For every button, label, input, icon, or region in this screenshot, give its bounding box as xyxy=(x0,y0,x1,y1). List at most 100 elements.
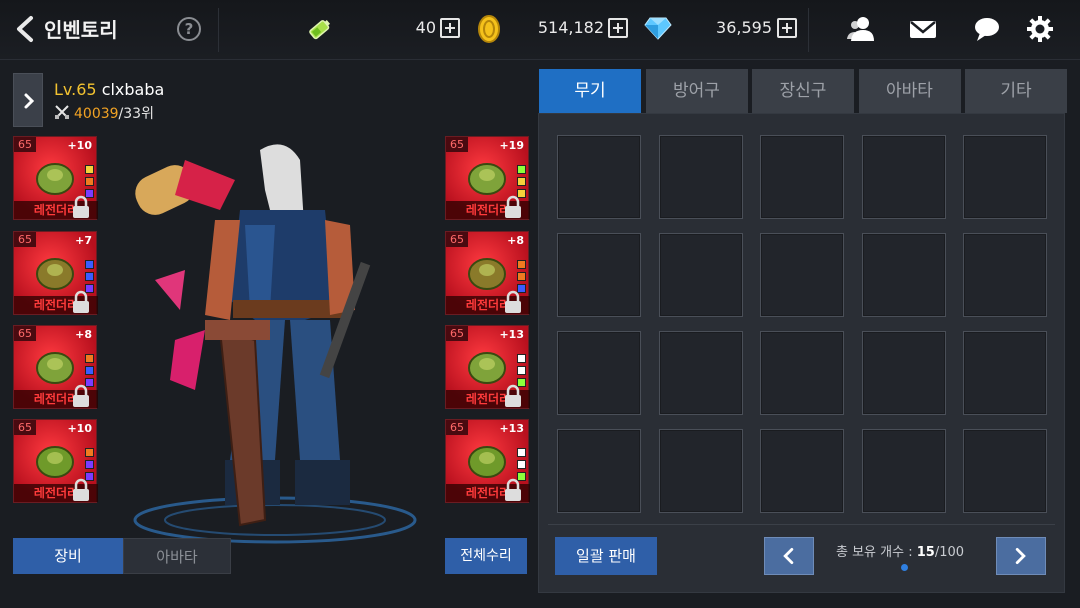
next-page-button[interactable] xyxy=(996,537,1046,575)
inventory-tab-3[interactable]: 장신구 xyxy=(752,69,854,113)
gear-icon[interactable] xyxy=(1025,14,1055,44)
enhance-level: +19 xyxy=(499,139,524,152)
add-stamina-button[interactable] xyxy=(440,18,460,38)
bulk-sell-button[interactable]: 일괄 판매 xyxy=(555,537,657,575)
lock-icon[interactable] xyxy=(504,478,522,502)
add-gem-button[interactable] xyxy=(777,18,797,38)
inventory-tab-2[interactable]: 방어구 xyxy=(645,69,748,113)
inventory-slot[interactable] xyxy=(861,331,946,415)
socket-gem xyxy=(517,260,526,269)
inventory-count: 총 보유 개수 : 15/100 xyxy=(836,541,964,560)
inventory-slot[interactable] xyxy=(963,233,1047,317)
chevron-right-icon xyxy=(1015,547,1026,565)
enhance-level: +10 xyxy=(67,422,92,435)
inventory-tab-5[interactable]: 기타 xyxy=(965,69,1067,113)
equipment-slot-left-1[interactable]: 65 +10 레전더리 xyxy=(13,136,98,220)
equipment-level: 65 xyxy=(14,137,36,152)
lock-icon[interactable] xyxy=(504,195,522,219)
tab-avatar[interactable]: 아바타 xyxy=(123,538,231,574)
inventory-slot[interactable] xyxy=(760,135,844,219)
top-bar: 인벤토리 ? 40 514,182 36,595 xyxy=(0,0,1080,60)
inventory-tab-4[interactable]: 아바타 xyxy=(858,69,961,113)
prev-page-button[interactable] xyxy=(764,537,814,575)
inventory-slot[interactable] xyxy=(963,331,1047,415)
inventory-slot[interactable] xyxy=(963,429,1047,513)
equipment-level: 65 xyxy=(446,232,468,247)
page-indicator-dot xyxy=(901,564,908,571)
socket-gem xyxy=(85,177,94,186)
socket-gem xyxy=(517,354,526,363)
socket-gem xyxy=(85,260,94,269)
inventory-slot[interactable] xyxy=(861,429,946,513)
inventory-slot[interactable] xyxy=(557,233,641,317)
lock-icon[interactable] xyxy=(504,384,522,408)
lock-icon[interactable] xyxy=(72,195,90,219)
gem-value: 36,595 xyxy=(716,18,772,37)
stamina-battery-icon xyxy=(309,20,331,40)
inventory-slot[interactable] xyxy=(861,135,946,219)
inventory-slot[interactable] xyxy=(557,331,641,415)
back-arrow-icon[interactable] xyxy=(14,14,36,44)
enhance-level: +8 xyxy=(507,234,524,247)
socket-gem xyxy=(85,448,94,457)
inventory-slot[interactable] xyxy=(760,429,844,513)
combat-power-value: 40039 xyxy=(74,106,119,122)
diamond-gem-icon xyxy=(644,17,672,40)
lock-icon[interactable] xyxy=(72,290,90,314)
equipment-slot-left-3[interactable]: 65 +8 레전더리 xyxy=(13,325,98,409)
inventory-slot[interactable] xyxy=(658,331,743,415)
lock-icon[interactable] xyxy=(504,290,522,314)
enhance-level: +7 xyxy=(75,234,92,247)
equipment-slot-right-3[interactable]: 65 +13 레전더리 xyxy=(445,325,530,409)
inventory-slot[interactable] xyxy=(557,135,641,219)
socket-gem xyxy=(517,448,526,457)
character-level: Lv.65 xyxy=(54,80,97,99)
inventory-slot[interactable] xyxy=(760,331,844,415)
chat-bubble-icon[interactable] xyxy=(972,14,1002,44)
inventory-slot[interactable] xyxy=(557,429,641,513)
inventory-slot[interactable] xyxy=(963,135,1047,219)
inventory-count-label: 총 보유 개수 : xyxy=(836,545,917,560)
equipment-level: 65 xyxy=(14,232,36,247)
repair-all-button[interactable]: 전체수리 xyxy=(445,538,527,574)
character-name: clxbaba xyxy=(101,80,165,99)
friends-icon[interactable] xyxy=(846,14,876,44)
equipment-level: 65 xyxy=(446,326,468,341)
inventory-slot[interactable] xyxy=(658,429,743,513)
lock-icon[interactable] xyxy=(72,384,90,408)
add-gold-button[interactable] xyxy=(608,18,628,38)
equipment-level: 65 xyxy=(446,420,468,435)
equipment-slot-right-2[interactable]: 65 +8 레전더리 xyxy=(445,231,530,315)
character-model-image xyxy=(133,144,417,544)
character-level-name: Lv.65 clxbaba xyxy=(54,80,164,99)
inventory-slot[interactable] xyxy=(658,135,743,219)
equipment-slot-left-4[interactable]: 65 +10 레전더리 xyxy=(13,419,98,503)
socket-gem xyxy=(517,460,526,469)
divider xyxy=(808,8,809,52)
crossed-swords-icon xyxy=(55,105,69,119)
inventory-tab-1[interactable]: 무기 xyxy=(539,69,641,113)
equipment-level: 65 xyxy=(14,420,36,435)
help-icon[interactable]: ? xyxy=(177,17,201,41)
socket-gem xyxy=(85,460,94,469)
character-expand-button[interactable] xyxy=(13,73,43,127)
socket-gem xyxy=(85,272,94,281)
equipment-slot-right-1[interactable]: 65 +19 레전더리 xyxy=(445,136,530,220)
page-title: 인벤토리 xyxy=(44,18,118,42)
equipment-slot-left-2[interactable]: 65 +7 레전더리 xyxy=(13,231,98,315)
equipment-slot-right-4[interactable]: 65 +13 레전더리 xyxy=(445,419,530,503)
inventory-slot[interactable] xyxy=(760,233,844,317)
inventory-slot[interactable] xyxy=(658,233,743,317)
socket-gem xyxy=(85,366,94,375)
socket-gem xyxy=(517,366,526,375)
mail-icon[interactable] xyxy=(908,14,938,44)
socket-gem xyxy=(517,272,526,281)
lock-icon[interactable] xyxy=(72,478,90,502)
chevron-left-icon xyxy=(783,547,794,565)
socket-gem xyxy=(517,177,526,186)
gold-coin-icon xyxy=(478,15,500,43)
tab-equipment[interactable]: 장비 xyxy=(13,538,123,574)
inventory-slot[interactable] xyxy=(861,233,946,317)
enhance-level: +13 xyxy=(499,422,524,435)
enhance-level: +13 xyxy=(499,328,524,341)
